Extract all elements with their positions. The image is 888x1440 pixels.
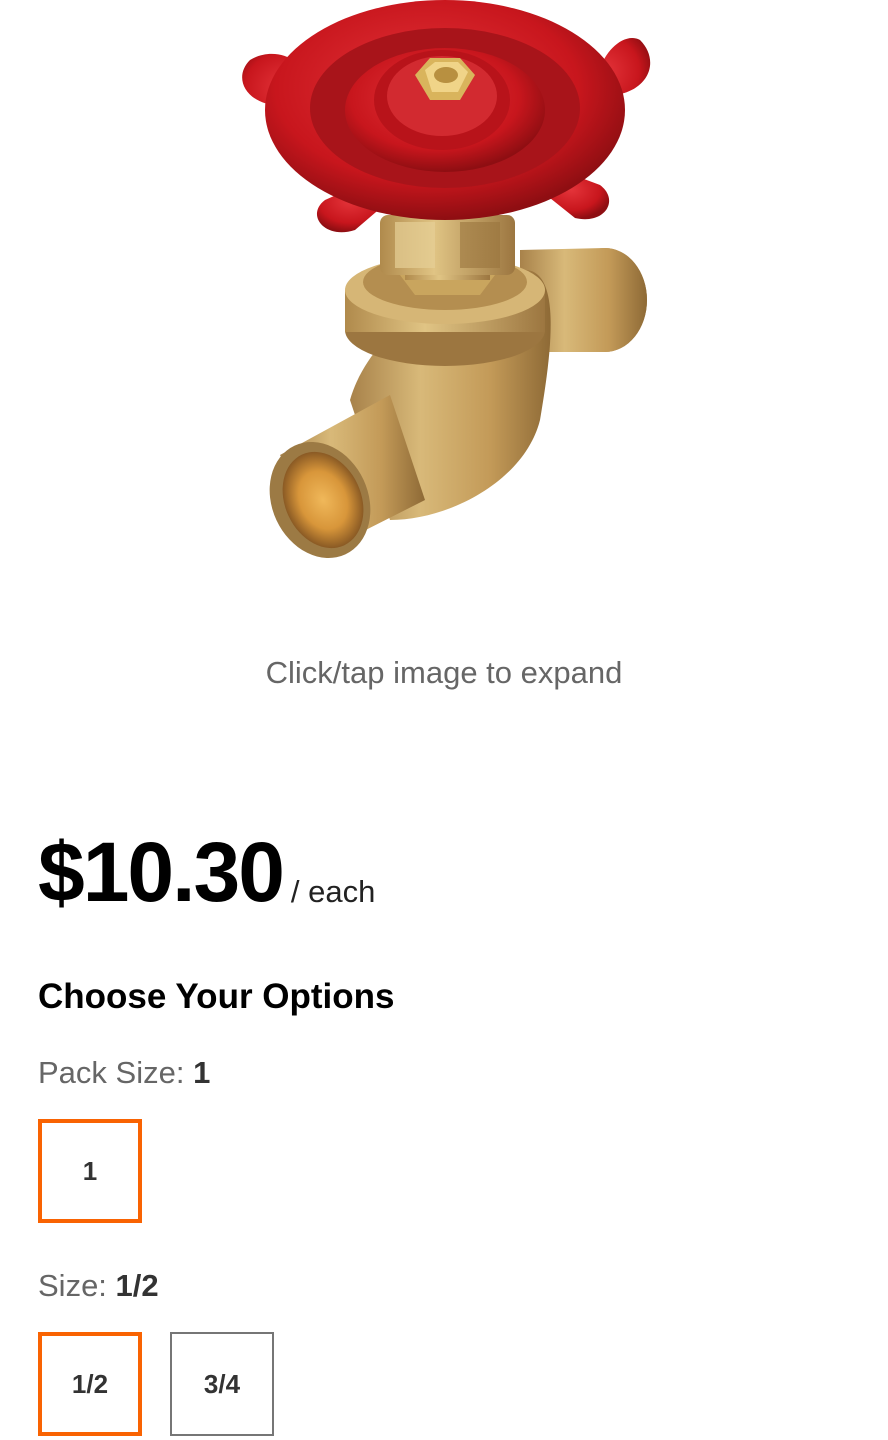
expand-image-hint[interactable]: Click/tap image to expand [0, 655, 888, 691]
valve-illustration [242, 0, 651, 559]
product-image[interactable] [220, 0, 670, 580]
pack-size-options: 1 [38, 1119, 142, 1223]
product-price: $10.30 [38, 825, 285, 919]
options-heading: Choose Your Options [38, 977, 395, 1016]
pack-size-label: Pack Size: 1 [38, 1055, 210, 1091]
price-unit: / each [290, 874, 376, 909]
pack-size-option-1[interactable]: 1 [38, 1119, 142, 1223]
size-selected-value: 1/2 [115, 1268, 159, 1303]
size-label-text: Size: [38, 1268, 107, 1303]
price-row: $10.30 / each [38, 830, 375, 914]
size-option-1-2[interactable]: 1/2 [38, 1332, 142, 1436]
size-label: Size: 1/2 [38, 1268, 159, 1304]
pack-size-label-text: Pack Size: [38, 1055, 185, 1090]
pack-size-selected-value: 1 [193, 1055, 211, 1090]
size-option-3-4[interactable]: 3/4 [170, 1332, 274, 1436]
size-options: 1/2 3/4 [38, 1332, 274, 1436]
